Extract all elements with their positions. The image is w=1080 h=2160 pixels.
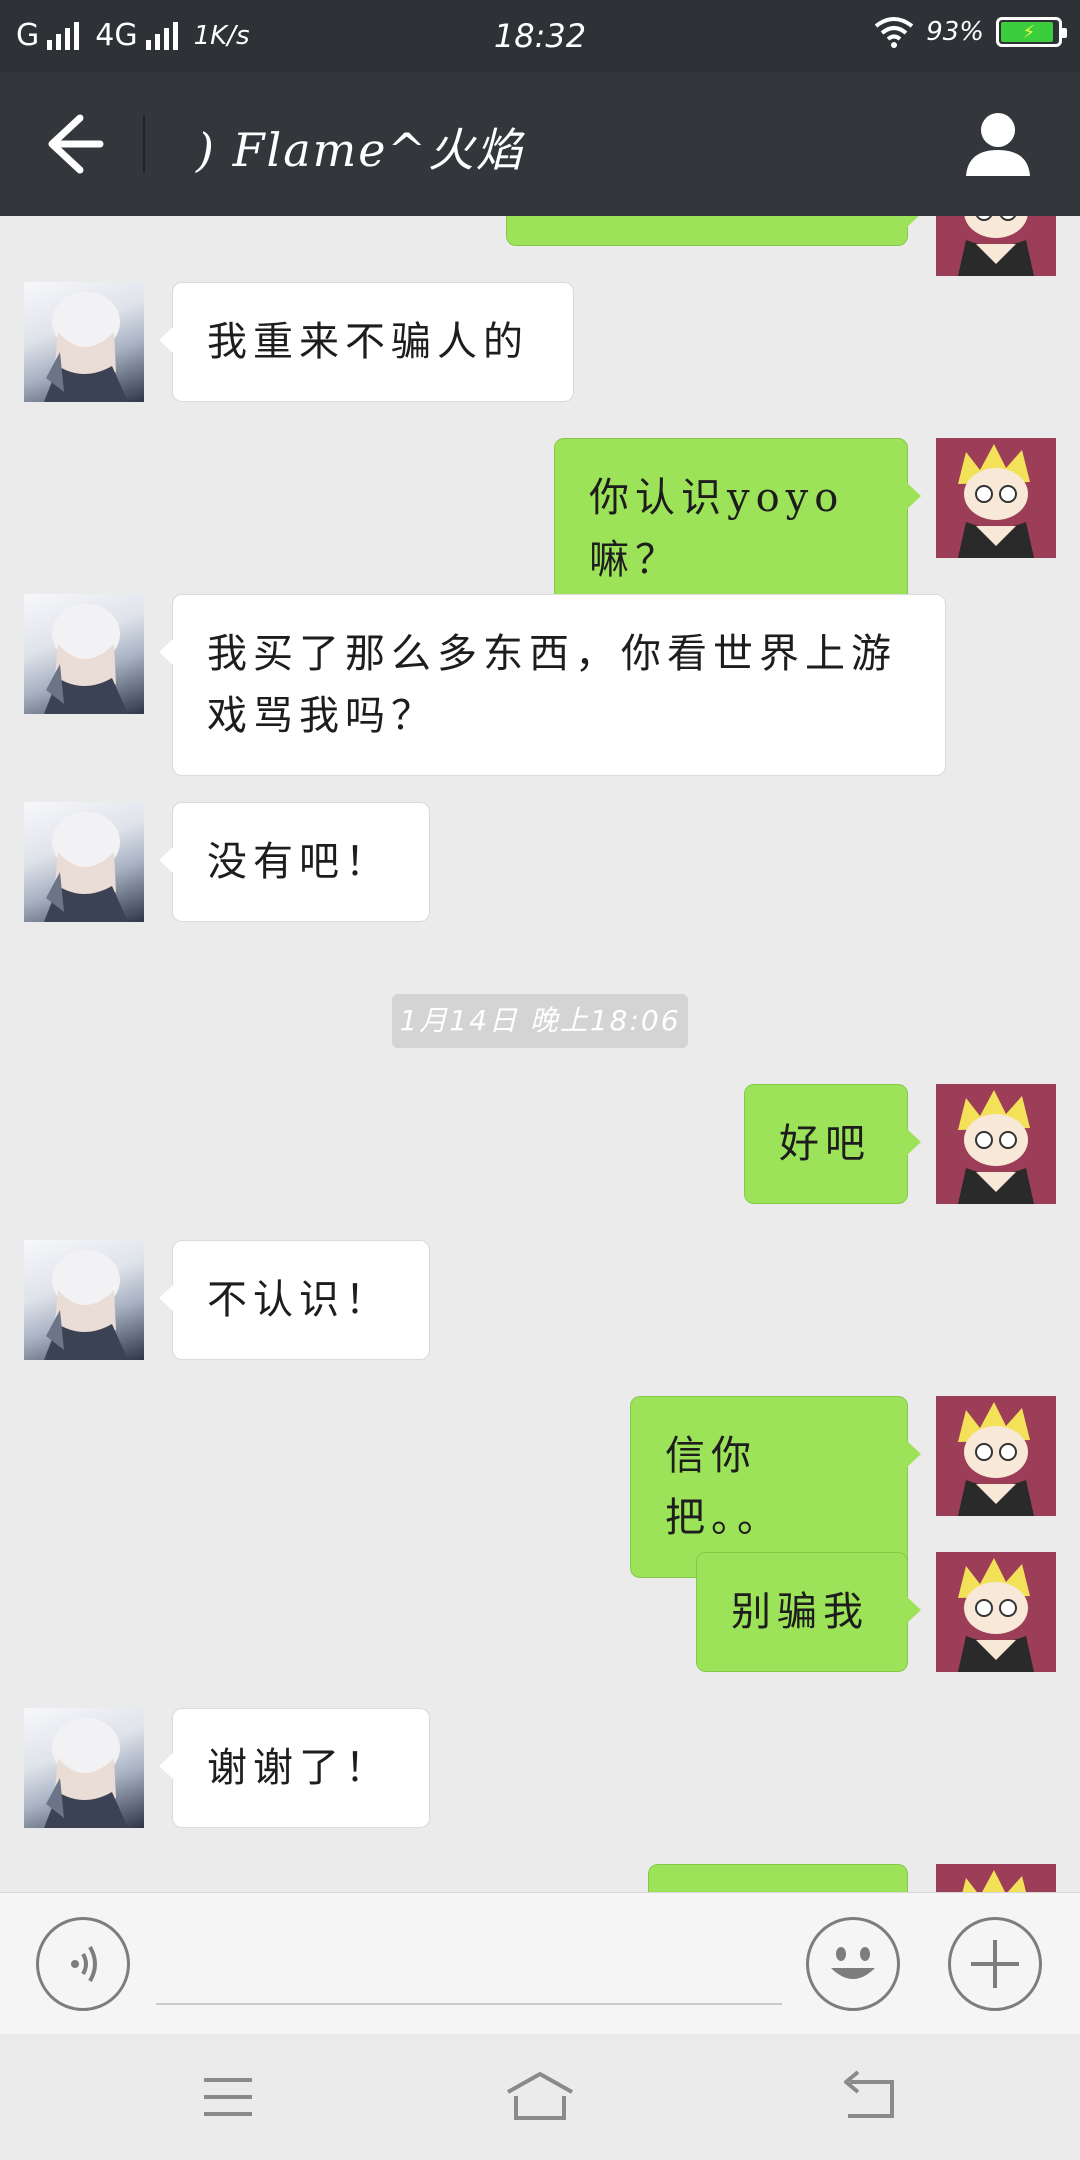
time-divider: 1月14日 晚上18:06 — [392, 994, 688, 1048]
wifi-icon — [874, 17, 914, 48]
message-bubble[interactable]: 我买了那么多东西，你看世界上游戏骂我吗？ — [159, 594, 946, 776]
more-button[interactable] — [948, 1917, 1042, 2011]
self-avatar-art — [958, 1090, 1034, 1204]
chat-title: ) Flame^火焰 — [196, 123, 525, 177]
battery-percent: 93% — [926, 17, 984, 47]
self-avatar-art — [962, 1870, 1026, 1892]
message-list[interactable]: 我重来不骗人的你认识yoyo嘛？ 我买了那么多东西，你看世界上游戏骂我吗？ 没有吧！… — [0, 216, 1080, 1892]
friend-avatar-art — [44, 604, 128, 714]
home-button[interactable] — [492, 2064, 588, 2130]
friend-avatar[interactable] — [24, 594, 144, 714]
voice-icon — [71, 1945, 97, 1983]
self-avatar-art — [958, 1402, 1034, 1516]
back-button[interactable] — [28, 112, 118, 176]
message-bubble[interactable]: 我重来不骗人的 — [159, 282, 574, 402]
friend-avatar[interactable] — [24, 282, 144, 402]
message-bubble[interactable]: 谢谢了！ — [159, 1708, 430, 1828]
message-bubble[interactable]: 好吧 — [744, 1084, 921, 1204]
status-right: 93% ⚡ — [874, 16, 1067, 48]
self-avatar[interactable] — [936, 1552, 1056, 1672]
arrow-left-icon — [48, 114, 104, 174]
friend-avatar-art — [44, 292, 128, 402]
message-input[interactable] — [156, 1929, 782, 2005]
back-icon — [844, 2070, 894, 2118]
message-bubble[interactable] — [648, 1864, 908, 1892]
voice-button[interactable] — [36, 1917, 130, 2011]
self-avatar-art — [958, 444, 1034, 558]
message-bubble[interactable]: 没有吧！ — [159, 802, 430, 922]
header-divider — [143, 116, 145, 172]
input-bar — [0, 1892, 1080, 2034]
self-avatar[interactable] — [936, 216, 1056, 276]
self-avatar[interactable] — [936, 438, 1056, 558]
message-bubble[interactable]: 信你把。。 — [630, 1396, 921, 1578]
self-avatar[interactable] — [936, 1864, 1056, 1892]
friend-avatar[interactable] — [24, 1240, 144, 1360]
self-avatar[interactable] — [936, 1396, 1056, 1516]
emoji-icon — [831, 1947, 875, 1979]
plus-icon — [971, 1940, 1019, 1988]
friend-avatar-art — [44, 812, 128, 922]
message-bubble[interactable]: 不认识！ — [159, 1240, 430, 1360]
friend-avatar[interactable] — [24, 802, 144, 922]
status-bar: G 4G 1K/s 18:32 93% ⚡ — [0, 0, 1080, 72]
chat-header: ) Flame^火焰 — [0, 72, 1080, 216]
menu-button[interactable] — [180, 2064, 276, 2130]
profile-button[interactable] — [962, 108, 1034, 180]
friend-avatar[interactable] — [24, 1708, 144, 1828]
friend-avatar-art — [44, 1250, 128, 1360]
person-icon — [966, 113, 1030, 176]
battery-icon: ⚡ — [996, 17, 1067, 47]
emoji-button[interactable] — [806, 1917, 900, 2011]
self-avatar-art — [958, 216, 1034, 276]
nav-back-button[interactable] — [820, 2064, 916, 2130]
self-avatar[interactable] — [936, 1084, 1056, 1204]
system-nav-bar — [0, 2034, 1080, 2160]
message-bubble[interactable]: 你认识yoyo嘛？ — [554, 438, 921, 620]
menu-icon — [204, 2078, 252, 2116]
charging-icon: ⚡ — [1022, 21, 1036, 43]
message-bubble[interactable]: 别骗我 — [696, 1552, 921, 1672]
self-avatar-art — [958, 1558, 1034, 1672]
friend-avatar-art — [44, 1718, 128, 1828]
message-bubble[interactable] — [506, 216, 921, 246]
home-icon — [507, 2072, 573, 2120]
